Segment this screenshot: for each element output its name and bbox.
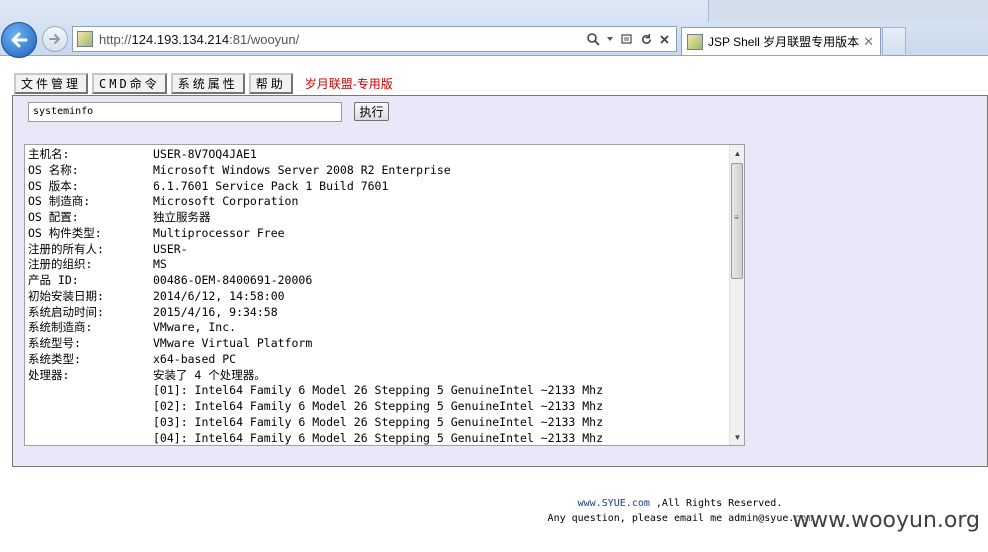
output-value: MS — [153, 257, 167, 272]
output-key: OS 名称: — [28, 162, 79, 177]
menu-cmd[interactable]: CMD命令 — [92, 72, 167, 94]
page-favicon-icon — [77, 31, 93, 47]
output-line: [01]: Intel64 Family 6 Model 26 Stepping… — [28, 383, 728, 399]
output-key: 初始安装日期: — [28, 288, 104, 303]
output-line: OS 版本: 6.1.7601 Service Pack 1 Build 7601 — [28, 179, 728, 195]
output-line: 系统启动时间: 2015/4/16, 9:34:58 — [28, 305, 728, 321]
output-value: [02]: Intel64 Family 6 Model 26 Stepping… — [153, 399, 604, 413]
address-bar[interactable]: http://124.193.134.214:81/wooyun/ — [72, 26, 677, 52]
scroll-down-icon[interactable]: ▼ — [730, 429, 744, 445]
output-line: 系统类型: x64-based PC — [28, 352, 728, 368]
output-value: USER-8V7OQ4JAE1 — [153, 147, 257, 161]
output-line: OS 配置: 独立服务器 — [28, 210, 728, 226]
shell-menu: 文件管理 CMD命令 系统属性 帮助 岁月联盟-专用版 — [14, 72, 393, 94]
output-value: 6.1.7601 Service Pack 1 Build 7601 — [153, 178, 389, 193]
tab-jsp-shell[interactable]: JSP Shell 岁月联盟专用版本 ✕ — [681, 27, 881, 55]
output-key: OS 制造商: — [28, 194, 91, 209]
output-line: OS 构件类型: Multiprocessor Free — [28, 226, 728, 242]
output-line: 处理器: 安装了 4 个处理器。 — [28, 368, 728, 384]
browser-toolbar: http://124.193.134.214:81/wooyun/ JSP Sh… — [0, 0, 988, 58]
output-value: x64-based PC — [153, 351, 237, 366]
output-key — [28, 399, 153, 415]
back-arrow-icon — [11, 32, 28, 48]
command-output-area[interactable]: 主机名: USER-8V7OQ4JAE1 OS 名称: Microsoft Windo… — [24, 144, 745, 446]
output-line: [03]: Intel64 Family 6 Model 26 Stepping… — [28, 415, 728, 431]
output-line: 初始安装日期: 2014/6/12, 14:58:00 — [28, 289, 728, 305]
output-value: [01]: Intel64 Family 6 Model 26 Stepping… — [153, 383, 604, 398]
output-key: 注册的组织: — [28, 257, 93, 272]
output-value: VMware, Inc. — [153, 320, 237, 335]
stop-icon[interactable] — [659, 34, 670, 45]
output-line: OS 制造商: Microsoft Corporation — [28, 194, 728, 210]
scroll-grip-icon: ≡ — [734, 213, 739, 222]
output-key: 系统类型: — [28, 351, 81, 366]
search-icon[interactable] — [586, 32, 600, 46]
scroll-up-icon[interactable]: ▲ — [730, 145, 744, 161]
new-tab-button[interactable] — [882, 27, 906, 54]
output-value: Microsoft Windows Server 2008 R2 Enterpr… — [153, 162, 451, 177]
output-key: OS 版本: — [28, 178, 79, 193]
output-key: OS 构件类型: — [28, 225, 102, 240]
forward-button[interactable] — [42, 26, 68, 52]
execute-button[interactable]: 执行 — [354, 102, 389, 121]
output-line: 系统制造商: VMware, Inc. — [28, 320, 728, 336]
output-line: 系统型号: VMware Virtual Platform — [28, 336, 728, 352]
output-value: [04]: Intel64 Family 6 Model 26 Stepping… — [153, 430, 604, 445]
output-key: 系统启动时间: — [28, 304, 104, 319]
output-value: Multiprocessor Free — [153, 225, 285, 240]
title-strip — [708, 0, 988, 22]
forward-arrow-icon — [49, 34, 60, 44]
output-line: [04]: Intel64 Family 6 Model 26 Stepping… — [28, 430, 728, 446]
output-value: VMware Virtual Platform — [153, 336, 313, 350]
output-value: 安装了 4 个处理器。 — [153, 367, 266, 382]
tab-close-icon[interactable]: ✕ — [863, 34, 874, 50]
output-value: [03]: Intel64 Family 6 Model 26 Stepping… — [153, 414, 604, 429]
output-value: 2014/6/12, 14:58:00 — [153, 288, 285, 303]
scroll-thumb[interactable]: ≡ — [731, 163, 743, 279]
watermark: www.wooyun.org — [792, 508, 980, 533]
output-key — [28, 383, 153, 399]
output-key: 系统型号: — [28, 336, 81, 350]
tab-favicon-icon — [687, 33, 703, 50]
command-input[interactable]: systeminfo — [28, 102, 342, 122]
footer-rights: ,All Rights Reserved. — [649, 498, 783, 509]
output-key: 产品 ID: — [28, 273, 79, 287]
back-button[interactable] — [1, 22, 37, 58]
output-lines: 主机名: USER-8V7OQ4JAE1 OS 名称: Microsoft Windo… — [28, 147, 728, 446]
menu-system-properties[interactable]: 系统属性 — [170, 72, 245, 94]
output-line: [02]: Intel64 Family 6 Model 26 Stepping… — [28, 399, 728, 415]
output-value: 2015/4/16, 9:34:58 — [153, 304, 278, 319]
url-text[interactable]: http://124.193.134.214:81/wooyun/ — [99, 32, 299, 47]
output-key: OS 配置: — [28, 210, 79, 224]
output-line: 注册的所有人: USER- — [28, 242, 728, 258]
output-value: 00486-OEM-8400691-20006 — [153, 273, 313, 287]
output-key: 系统制造商: — [28, 320, 93, 335]
output-key: 处理器: — [28, 367, 70, 382]
output-scrollbar[interactable]: ▲ ≡ ▼ — [729, 145, 744, 445]
output-key: 注册的所有人: — [28, 241, 104, 256]
output-line: 注册的组织: MS — [28, 257, 728, 273]
refresh-icon[interactable] — [640, 33, 653, 46]
dropdown-chevron-icon[interactable] — [606, 35, 614, 43]
output-key — [28, 431, 153, 446]
output-value: 独立服务器 — [153, 210, 211, 224]
output-value: USER- — [153, 241, 188, 256]
output-value: Microsoft Corporation — [153, 194, 299, 209]
output-line: OS 名称: Microsoft Windows Server 2008 R2 E… — [28, 163, 728, 179]
output-line: 主机名: USER-8V7OQ4JAE1 — [28, 147, 728, 163]
menu-help[interactable]: 帮助 — [248, 72, 293, 94]
compatibility-view-icon[interactable] — [620, 32, 634, 46]
output-key: 主机名: — [28, 147, 70, 161]
output-key — [28, 415, 153, 431]
menu-file-manager[interactable]: 文件管理 — [14, 72, 89, 94]
output-line: 产品 ID: 00486-OEM-8400691-20006 — [28, 273, 728, 289]
footer-site-link[interactable]: www.SYUE.com — [578, 498, 650, 509]
brand-label: 岁月联盟-专用版 — [304, 76, 393, 91]
tab-title: JSP Shell 岁月联盟专用版本 — [708, 35, 860, 49]
